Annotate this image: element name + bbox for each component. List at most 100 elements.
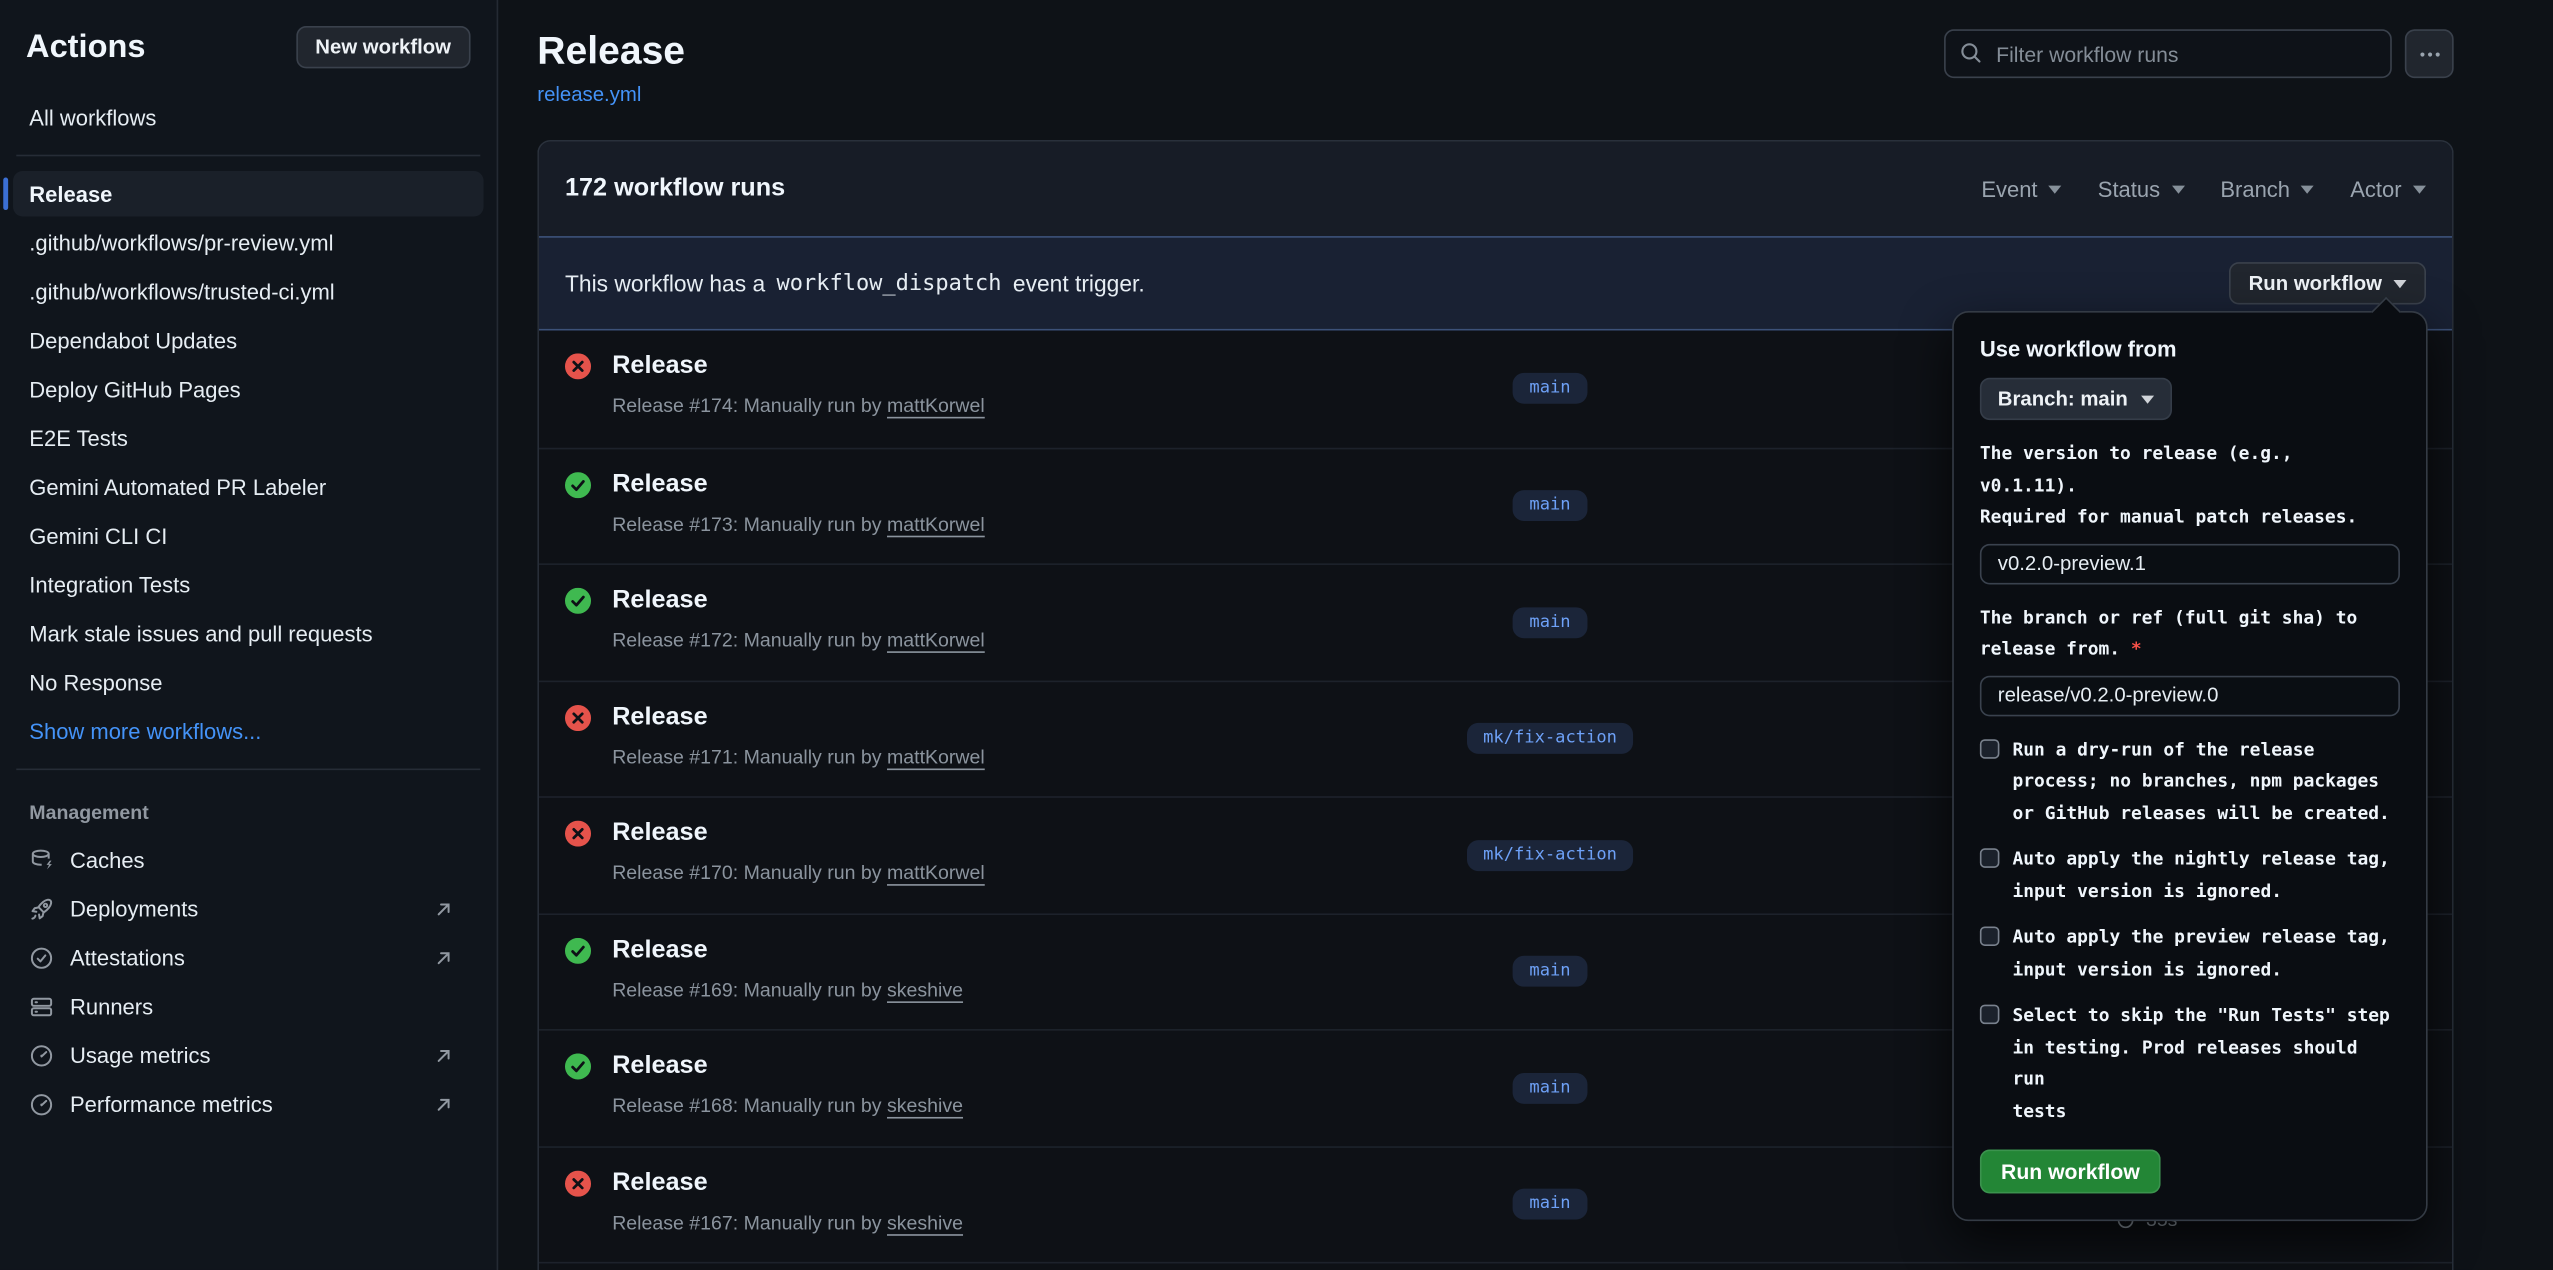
sidebar-item-runners[interactable]: Runners [13,983,484,1029]
status-filter-dropdown[interactable]: Status [2098,177,2185,201]
sidebar-item-no-response[interactable]: No Response [13,659,484,705]
branch-filter-dropdown[interactable]: Branch [2220,177,2314,201]
run-title[interactable]: Release [612,934,963,967]
sidebar-item-integration-tests[interactable]: Integration Tests [13,562,484,608]
search-icon [1959,41,1983,65]
run-description: Release #173: Manually run by mattKorwel [612,512,985,535]
sidebar-title: Actions [26,28,145,65]
caret-down-icon [2301,185,2314,193]
preview-tag-checkbox-label[interactable]: Auto apply the preview release tag, inpu… [2012,922,2389,985]
branch-badge[interactable]: main [1513,956,1587,987]
workflow-run-row[interactable] [539,1262,2452,1270]
caret-down-icon [2049,185,2062,193]
new-workflow-button[interactable]: New workflow [296,26,471,68]
required-asterisk: * [2131,638,2142,659]
ref-input-description: The branch or ref (full git sha) to rele… [1980,602,2400,665]
nightly-tag-checkbox-label[interactable]: Auto apply the nightly release tag, inpu… [2012,843,2389,906]
sidebar-divider [16,155,480,157]
actor-filter-dropdown[interactable]: Actor [2350,177,2426,201]
sidebar-item-deploy-github-pages[interactable]: Deploy GitHub Pages [13,366,484,412]
sidebar-item-mark-stale[interactable]: Mark stale issues and pull requests [13,611,484,657]
branch-badge[interactable]: main [1513,373,1587,404]
run-title[interactable]: Release [612,350,985,383]
caret-down-icon [2413,185,2426,193]
preview-tag-checkbox[interactable] [1980,926,2000,946]
nightly-tag-checkbox-row: Auto apply the nightly release tag, inpu… [1980,843,2400,906]
sidebar-item-gemini-cli-ci[interactable]: Gemini CLI CI [13,513,484,559]
version-input[interactable] [1980,543,2400,584]
run-workflow-submit-button[interactable]: Run workflow [1980,1150,2161,1194]
actor-link[interactable]: skeshive [887,1094,963,1117]
selected-indicator [3,177,8,210]
panel-heading: Use workflow from [1980,337,2400,361]
run-title[interactable]: Release [612,817,985,850]
run-description: Release #170: Manually run by mattKorwel [612,861,985,884]
sidebar-item-caches[interactable]: Caches [13,837,484,883]
actor-link[interactable]: skeshive [887,1211,963,1234]
dry-run-checkbox[interactable] [1980,738,2000,758]
caret-down-icon [2172,185,2185,193]
event-filter-dropdown[interactable]: Event [1981,177,2062,201]
branch-badge[interactable]: mk/fix-action [1467,840,1633,871]
sidebar-item-all-workflows[interactable]: All workflows [13,94,484,140]
branch-badge[interactable]: main [1513,490,1587,521]
workflow-dispatch-code: workflow_dispatch [777,270,1002,296]
success-icon [565,1053,591,1079]
show-more-workflows-link[interactable]: Show more workflows... [13,708,484,754]
success-icon [565,937,591,963]
failure-icon [565,353,591,379]
external-link-icon [433,898,467,919]
run-description: Release #169: Manually run by skeshive [612,978,963,1001]
run-title[interactable]: Release [612,468,985,501]
sidebar-item-dependabot-updates[interactable]: Dependabot Updates [13,317,484,363]
sidebar-item-usage-metrics[interactable]: Usage metrics [13,1032,484,1078]
success-icon [565,588,591,614]
page-kebab-button[interactable] [2405,29,2454,78]
verified-icon [29,945,53,969]
filter-workflow-runs-input[interactable] [1944,29,2392,78]
actor-link[interactable]: mattKorwel [887,861,985,884]
run-title[interactable]: Release [612,585,985,618]
skip-tests-checkbox-label[interactable]: Select to skip the "Run Tests" step in t… [2012,1000,2400,1127]
ref-input[interactable] [1980,675,2400,716]
main-content: Release release.yml 172 wo [498,0,2553,1270]
sidebar-item-release[interactable]: Release [13,171,484,217]
nightly-tag-checkbox[interactable] [1980,848,2000,868]
run-workflow-dropdown-button[interactable]: Run workflow [2229,262,2426,304]
actions-page: Actions New workflow All workflows Relea… [0,0,2553,1270]
actor-link[interactable]: mattKorwel [887,512,985,535]
workflow-file-link[interactable]: release.yml [537,83,641,106]
run-workflow-panel: Use workflow from Branch: main The versi… [1952,311,2427,1221]
sidebar-item-e2e-tests[interactable]: E2E Tests [13,415,484,461]
external-link-icon [433,947,467,968]
sidebar-item-deployments[interactable]: Deployments [13,886,484,932]
sidebar-item-gemini-pr-labeler[interactable]: Gemini Automated PR Labeler [13,464,484,510]
actor-link[interactable]: mattKorwel [887,394,985,417]
run-title[interactable]: Release [612,1050,963,1083]
caret-down-icon [2141,395,2154,403]
preview-tag-checkbox-row: Auto apply the preview release tag, inpu… [1980,922,2400,985]
run-title[interactable]: Release [612,1167,963,1200]
failure-icon [565,1170,591,1196]
run-title[interactable]: Release [612,701,985,734]
branch-badge[interactable]: mk/fix-action [1467,723,1633,754]
branch-selector-button[interactable]: Branch: main [1980,378,2172,420]
sidebar-item-pr-review[interactable]: .github/workflows/pr-review.yml [13,220,484,266]
skip-tests-checkbox-row: Select to skip the "Run Tests" step in t… [1980,1000,2400,1127]
sidebar-item-trusted-ci[interactable]: .github/workflows/trusted-ci.yml [13,269,484,315]
actor-link[interactable]: skeshive [887,978,963,1001]
dry-run-checkbox-row: Run a dry-run of the release process; no… [1980,733,2400,828]
success-icon [565,471,591,497]
run-description: Release #171: Manually run by mattKorwel [612,745,985,768]
dry-run-checkbox-label[interactable]: Run a dry-run of the release process; no… [2012,733,2389,828]
branch-badge[interactable]: main [1513,1073,1587,1104]
branch-badge[interactable]: main [1513,607,1587,638]
actor-link[interactable]: mattKorwel [887,745,985,768]
branch-badge[interactable]: main [1513,1189,1587,1220]
sidebar-item-attestations[interactable]: Attestations [13,935,484,981]
sidebar-item-performance-metrics[interactable]: Performance metrics [13,1081,484,1127]
run-description: Release #174: Manually run by mattKorwel [612,394,985,417]
management-section-title: Management [13,785,484,837]
actor-link[interactable]: mattKorwel [887,628,985,651]
skip-tests-checkbox[interactable] [1980,1005,2000,1025]
